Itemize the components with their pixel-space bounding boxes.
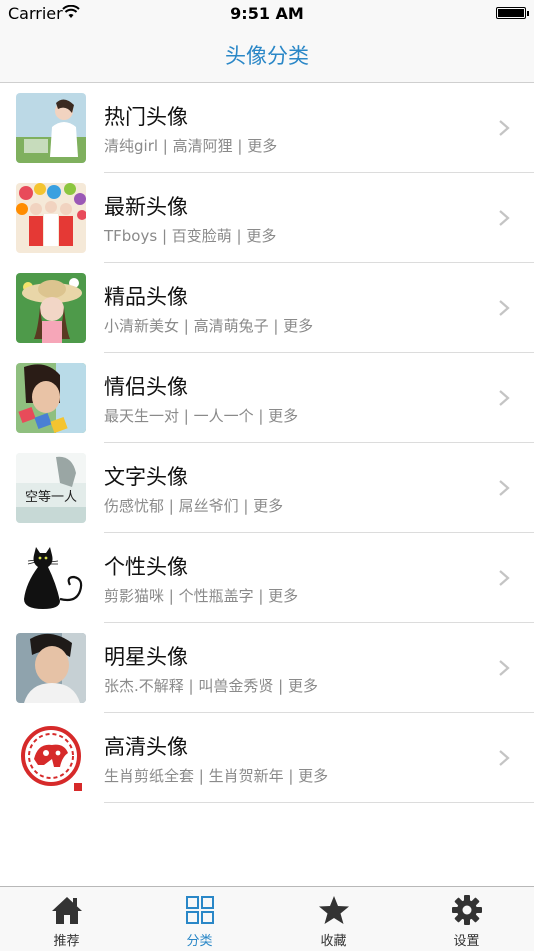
chevron-right-icon — [499, 390, 510, 406]
category-thumbnail-premium — [16, 273, 86, 343]
category-subtitle: 剪影猫咪 | 个性瓶盖字 | 更多 — [104, 587, 299, 605]
tab-category[interactable]: 分类 — [133, 887, 266, 951]
category-row-couple[interactable]: 情侣头像 最天生一对 | 一人一个 | 更多 — [0, 353, 534, 443]
status-time: 9:51 AM — [230, 4, 304, 23]
gear-icon — [451, 895, 482, 925]
chevron-right-icon — [499, 210, 510, 226]
category-row-new[interactable]: 最新头像 TFboys | 百变脸萌 | 更多 — [0, 173, 534, 263]
category-thumbnail-text: 空等一人 — [16, 453, 86, 523]
chevron-right-icon — [499, 300, 510, 316]
tab-favorites[interactable]: 收藏 — [267, 887, 400, 951]
category-subtitle: 张杰.不解释 | 叫兽金秀贤 | 更多 — [104, 677, 318, 695]
star-icon — [318, 896, 349, 924]
category-title: 文字头像 — [104, 465, 188, 489]
category-thumbnail-new — [16, 183, 86, 253]
tab-label: 推荐 — [53, 934, 80, 949]
page-title: 头像分类 — [225, 44, 309, 68]
category-subtitle: 生肖剪纸全套 | 生肖贺新年 | 更多 — [104, 767, 329, 785]
chevron-right-icon — [499, 480, 510, 496]
status-bar: Carrier 9:51 AM — [0, 0, 534, 28]
home-icon — [51, 897, 82, 924]
category-thumbnail-hot — [16, 93, 86, 163]
category-thumbnail-couple — [16, 363, 86, 433]
category-title: 高清头像 — [104, 735, 188, 759]
category-title: 明星头像 — [104, 645, 188, 669]
tab-label: 设置 — [453, 934, 480, 949]
category-thumbnail-hd — [16, 723, 86, 793]
category-subtitle: 伤感忧郁 | 屌丝爷们 | 更多 — [104, 497, 284, 515]
row-separator — [104, 802, 534, 803]
category-thumbnail-personality — [16, 543, 86, 613]
category-title: 个性头像 — [104, 555, 188, 579]
category-title: 最新头像 — [104, 195, 188, 219]
thumbnail-caption: 空等一人 — [25, 489, 77, 505]
category-subtitle: 清纯girl | 高清阿狸 | 更多 — [104, 137, 278, 155]
tab-label: 分类 — [186, 934, 213, 949]
tab-bar: 推荐 分类 收藏 设置 — [0, 886, 534, 951]
category-list: 热门头像 清纯girl | 高清阿狸 | 更多 最新头像 TFboys | 百变… — [0, 83, 534, 803]
navigation-bar: 头像分类 — [0, 28, 534, 83]
tab-settings[interactable]: 设置 — [400, 887, 533, 951]
category-title: 精品头像 — [104, 285, 188, 309]
tab-recommend[interactable]: 推荐 — [0, 887, 133, 951]
chevron-right-icon — [499, 660, 510, 676]
chevron-right-icon — [499, 750, 510, 766]
category-row-celebrity[interactable]: 明星头像 张杰.不解释 | 叫兽金秀贤 | 更多 — [0, 623, 534, 713]
category-row-hot[interactable]: 热门头像 清纯girl | 高清阿狸 | 更多 — [0, 83, 534, 173]
category-subtitle: 小清新美女 | 高清萌兔子 | 更多 — [104, 317, 314, 335]
grid-icon — [185, 896, 214, 924]
category-title: 情侣头像 — [104, 375, 188, 399]
category-subtitle: 最天生一对 | 一人一个 | 更多 — [104, 407, 299, 425]
battery-icon — [496, 7, 529, 19]
category-thumbnail-celebrity — [16, 633, 86, 703]
category-row-text[interactable]: 空等一人 文字头像 伤感忧郁 | 屌丝爷们 | 更多 — [0, 443, 534, 533]
category-row-premium[interactable]: 精品头像 小清新美女 | 高清萌兔子 | 更多 — [0, 263, 534, 353]
category-row-hd[interactable]: 高清头像 生肖剪纸全套 | 生肖贺新年 | 更多 — [0, 713, 534, 803]
tab-label: 收藏 — [320, 934, 347, 949]
chevron-right-icon — [499, 120, 510, 136]
category-title: 热门头像 — [104, 105, 188, 129]
category-row-personality[interactable]: 个性头像 剪影猫咪 | 个性瓶盖字 | 更多 — [0, 533, 534, 623]
chevron-right-icon — [499, 570, 510, 586]
category-subtitle: TFboys | 百变脸萌 | 更多 — [104, 227, 277, 245]
